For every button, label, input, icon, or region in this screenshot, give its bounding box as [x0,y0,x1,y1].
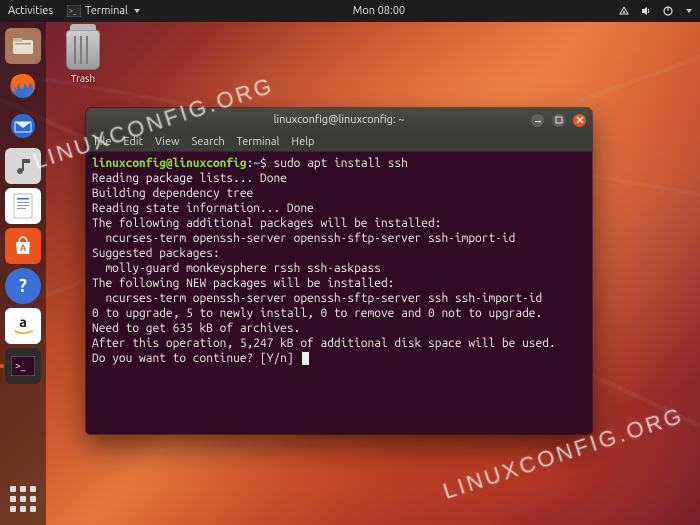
menu-edit[interactable]: Edit [123,136,143,148]
dock-icon-software[interactable]: A [5,228,41,264]
menu-search[interactable]: Search [192,136,225,148]
dock-icon-amazon[interactable]: a [5,308,41,344]
amazon-icon: a [10,313,36,339]
close-icon [576,116,584,124]
menu-terminal[interactable]: Terminal [237,136,280,148]
terminal-icon: >_ [11,356,35,376]
firefox-icon [8,71,38,101]
clock[interactable]: Mon 08:00 [140,5,618,17]
terminal-output[interactable]: linuxconfig@linuxconfig:~$ sudo apt inst… [86,152,592,434]
minimize-icon [534,116,542,124]
window-minimize-button[interactable] [531,114,544,127]
window-titlebar[interactable]: linuxconfig@linuxconfig: ~ [86,108,592,132]
terminal-cursor [302,352,309,365]
window-maximize-button[interactable] [552,114,565,127]
dock: A ? a >_ [0,22,46,525]
system-status-area[interactable] [618,5,692,17]
shopping-bag-icon: A [11,234,35,258]
trash-icon [66,30,100,70]
svg-text:>_: >_ [69,7,77,15]
dock-icon-thunderbird[interactable] [5,108,41,144]
desktop-trash[interactable]: Trash [58,30,108,84]
window-title: linuxconfig@linuxconfig: ~ [86,114,592,126]
dock-icon-terminal[interactable]: >_ [5,348,41,384]
terminal-icon: >_ [67,5,81,17]
window-close-button[interactable] [573,114,586,127]
files-icon [12,36,34,56]
menu-view[interactable]: View [155,136,180,148]
menu-file[interactable]: File [94,136,111,148]
dock-icon-writer[interactable] [5,188,41,224]
dock-icon-help[interactable]: ? [5,268,41,304]
svg-text:A: A [20,243,27,253]
document-icon [12,193,34,219]
thunderbird-icon [8,111,38,141]
volume-icon [640,5,652,17]
network-icon [618,5,630,17]
activities-button[interactable]: Activities [8,5,53,17]
svg-text:>_: >_ [15,360,26,371]
dock-icon-rhythmbox[interactable] [5,148,41,184]
terminal-menubar: File Edit View Search Terminal Help [86,132,592,152]
desktop-trash-label: Trash [58,73,108,84]
app-menu-label: Terminal [85,5,128,17]
app-menu[interactable]: >_ Terminal [67,5,140,17]
svg-text:a: a [19,314,27,330]
show-applications-button[interactable] [5,481,41,517]
dock-icon-nautilus[interactable] [5,28,41,64]
menu-help[interactable]: Help [291,136,314,148]
gnome-top-bar: Activities >_ Terminal Mon 08:00 [0,0,700,22]
power-icon [662,5,674,17]
chevron-down-icon [686,9,692,13]
maximize-icon [555,116,563,124]
terminal-window: linuxconfig@linuxconfig: ~ File Edit Vie… [86,108,592,434]
dock-icon-firefox[interactable] [5,68,41,104]
music-icon [12,155,34,177]
